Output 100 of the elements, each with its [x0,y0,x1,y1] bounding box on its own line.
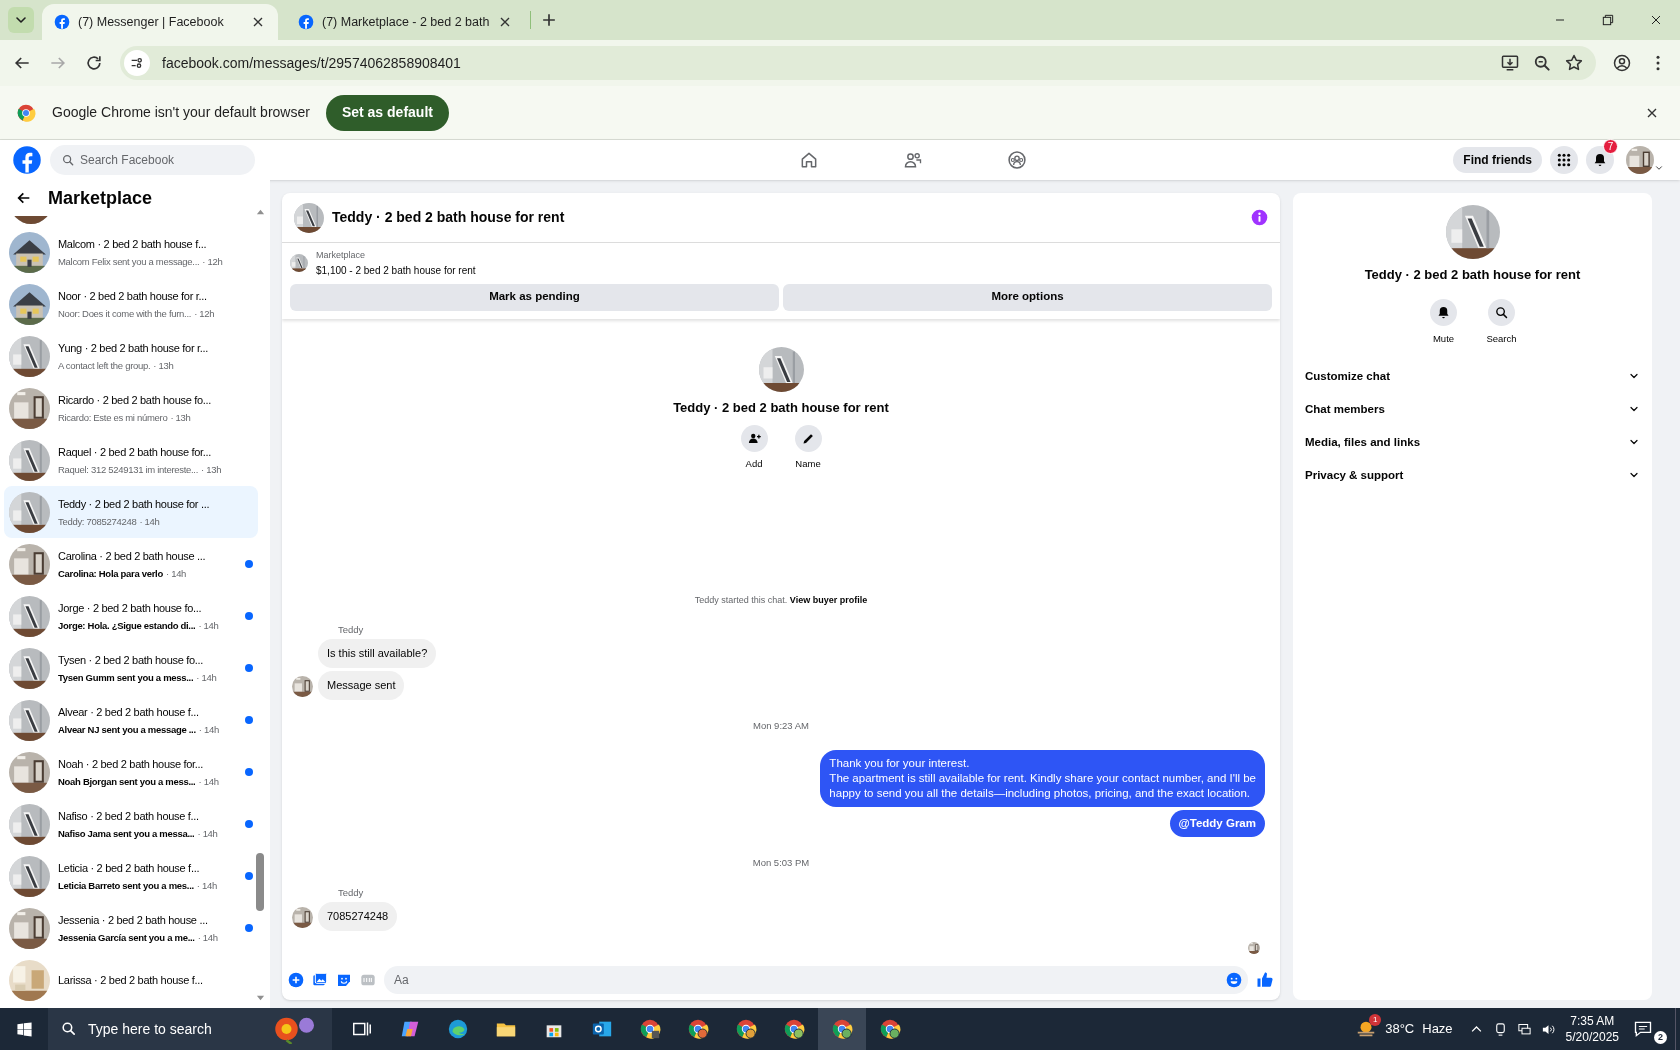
details-action-button[interactable] [1430,298,1457,326]
find-friends-button[interactable]: Find friends [1453,147,1542,173]
scroll-down-icon[interactable] [255,993,265,1002]
timestamp: Mon 9:23 AM [753,719,809,734]
system-message: Teddy started this chat. View buyer profile [693,593,869,607]
reload-icon[interactable] [84,53,104,73]
restore-icon[interactable] [1600,12,1616,28]
details-name: Teddy · 2 bed 2 bath house for rent [1364,266,1581,284]
listing-label: Marketplace [316,249,367,262]
photo-icon[interactable] [312,972,328,988]
apps-button[interactable] [1550,146,1578,174]
emoji-icon[interactable] [1226,972,1242,988]
windows-start-icon[interactable] [15,1020,33,1038]
message-field[interactable]: Aa [384,966,1248,994]
address-bar[interactable]: facebook.com/messages/t/29574062858908401 [120,46,1596,80]
info-icon[interactable] [1251,209,1268,226]
message-preview: Leticia Barreto sent you a mes... [58,878,194,892]
browser-icon[interactable] [639,1018,661,1040]
conversation-title: Jessenia · 2 bed 2 bath house ... [58,912,209,928]
scroll-up-icon[interactable] [255,208,265,217]
listing-action-button[interactable]: Mark as pending [290,283,779,311]
listing-action-button[interactable]: More options [783,283,1272,311]
message-preview: Raquel: 312 5249131 im intereste... [58,462,199,476]
message-preview: Noah Bjorgan sent you a mess... [58,774,196,788]
conversation-item[interactable]: Jessenia · 2 bed 2 bath house ... Jessenia García sent you a me... · 14h [4,902,258,954]
set-default-button[interactable]: Set as default [325,94,449,131]
tab-title: (7) Marketplace - 2 bed 2 bath [322,13,490,31]
search-field[interactable]: Search Facebook [50,145,255,175]
browser-icon[interactable] [687,1018,709,1040]
edge-icon[interactable] [447,1018,469,1040]
chat-title: Teddy · 2 bed 2 bath house for rent [332,208,566,227]
facebook-logo-icon[interactable] [12,145,42,175]
conversation-item[interactable]: Tysen · 2 bed 2 bath house fo... Tysen Gumm sent you a mess... · 14h [4,642,258,694]
conversation-item[interactable]: Noah · 2 bed 2 bath house for... Noah Bjorgan sent you a mess... · 14h [4,746,258,798]
taskbar-search-field[interactable]: Type here to search [48,1008,332,1050]
message-preview: Teddy: 7085274248 [58,514,137,528]
conversation-title: Yung · 2 bed 2 bath house for r... [58,340,210,356]
profile-action-button[interactable] [740,425,768,452]
plus-icon[interactable] [288,972,304,988]
message-time: · 14h [198,722,219,736]
conversation-item[interactable]: Raquel · 2 bed 2 bath house for... Raquel: 312 5249131 im intereste... · 13h [4,434,258,486]
conversation-item[interactable]: Leticia · 2 bed 2 bath house f... Leticia Barreto sent you a mes... · 14h [4,850,258,902]
clock[interactable]: 7:35 AM 5/20/2025 [1565,1013,1619,1045]
star-icon[interactable] [1564,53,1584,73]
zoom-icon[interactable] [1532,53,1552,73]
conversation-item[interactable]: Jorge · 2 bed 2 bath house fo... Jorge: Hola. ¿Sigue estando di... · 14h [4,590,258,642]
install-icon[interactable] [1500,53,1520,73]
add-person-icon [746,431,762,446]
message-time: · 14h [139,514,160,528]
details-action-button[interactable] [1488,298,1515,326]
message-time: · 14h [197,826,218,840]
conversation-item[interactable]: Carolina · 2 bed 2 bath house ... Carolina: Hola para verlo · 14h [4,538,258,590]
details-section[interactable]: Chat members [1305,392,1640,426]
site-settings-icon[interactable] [129,55,145,71]
chat-bubble-icon [1633,1019,1653,1039]
details-section[interactable]: Media, files and links [1305,425,1640,459]
url-text: facebook.com/messages/t/29574062858908401 [162,53,462,73]
browser-tab[interactable]: (7) Messenger | Facebook [42,4,278,40]
groups-icon[interactable] [1007,150,1028,170]
scrollbar-thumb[interactable] [256,853,264,912]
network-icon[interactable] [1516,1021,1532,1037]
browser-tab[interactable]: (7) Marketplace - 2 bed 2 bath [286,4,522,40]
browser-icon[interactable] [783,1018,805,1040]
conversation-item[interactable]: Yung · 2 bed 2 bath house for r... A contact left the group. · 13h [4,330,258,382]
conversation-item[interactable]: Ricardo · 2 bed 2 bath house fo... Ricardo: Este es mi número · 13h [4,382,258,434]
details-section[interactable]: Customize chat [1305,359,1640,393]
conversation-item[interactable]: Malcom · 2 bed 2 bath house f... Malcom Felix sent you a message... · 12h [4,226,258,278]
message-bubble: @Teddy Gram [1169,809,1265,837]
browser-icon[interactable] [735,1018,757,1040]
section-label: Customize chat [1305,368,1390,384]
message-time: · 14h [196,670,217,684]
details-section[interactable]: Privacy & support [1305,458,1640,492]
conversation-title: Larissa · 2 bed 2 bath house f... [58,972,204,988]
browser-icon[interactable] [831,1018,853,1040]
search-icon [60,1020,77,1037]
profile-name: Teddy · 2 bed 2 bath house for rent [673,398,889,417]
chevron-down-icon[interactable] [1654,163,1664,173]
friends-icon[interactable] [903,150,924,170]
profile-action-button[interactable] [794,425,822,452]
conversation-item[interactable]: Teddy · 2 bed 2 bath house for ... Teddy: 7085274248 · 14h [4,486,258,538]
conversation-item[interactable]: Larissa · 2 bed 2 bath house f... [4,954,258,1006]
tab-list-button[interactable] [8,7,34,33]
conversation-title: Malcom · 2 bed 2 bath house f... [58,236,208,252]
profile-icon[interactable] [1612,53,1632,73]
thumbs-up-icon[interactable] [1256,971,1274,989]
conversation-item[interactable]: Nafiso · 2 bed 2 bath house f... Nafiso Jama sent you a messa... · 14h [4,798,258,850]
notification-center-button[interactable] [1633,1019,1653,1039]
buyer-profile-link[interactable]: View buyer profile [789,594,868,605]
message-time: · 13h [201,462,222,476]
sticker-icon[interactable] [336,972,352,988]
browser-icon[interactable] [879,1018,901,1040]
conversation-title: Tysen · 2 bed 2 bath house fo... [58,652,205,668]
search-icon [1494,304,1509,320]
sender-name: Teddy [338,885,365,900]
back-arrow-icon[interactable] [16,190,32,206]
temperature: 38°C [1385,1020,1415,1039]
conversation-title: Teddy · 2 bed 2 bath house for ... [58,496,211,512]
conversation-item[interactable]: Noor · 2 bed 2 bath house for r... Noor: Does it come with the furn... · 12h [4,278,258,330]
conversation-item[interactable]: Alvear · 2 bed 2 bath house f... Alvear NJ sent you a message ... · 14h [4,694,258,746]
weather-button[interactable]: 1 [1355,1018,1378,1040]
